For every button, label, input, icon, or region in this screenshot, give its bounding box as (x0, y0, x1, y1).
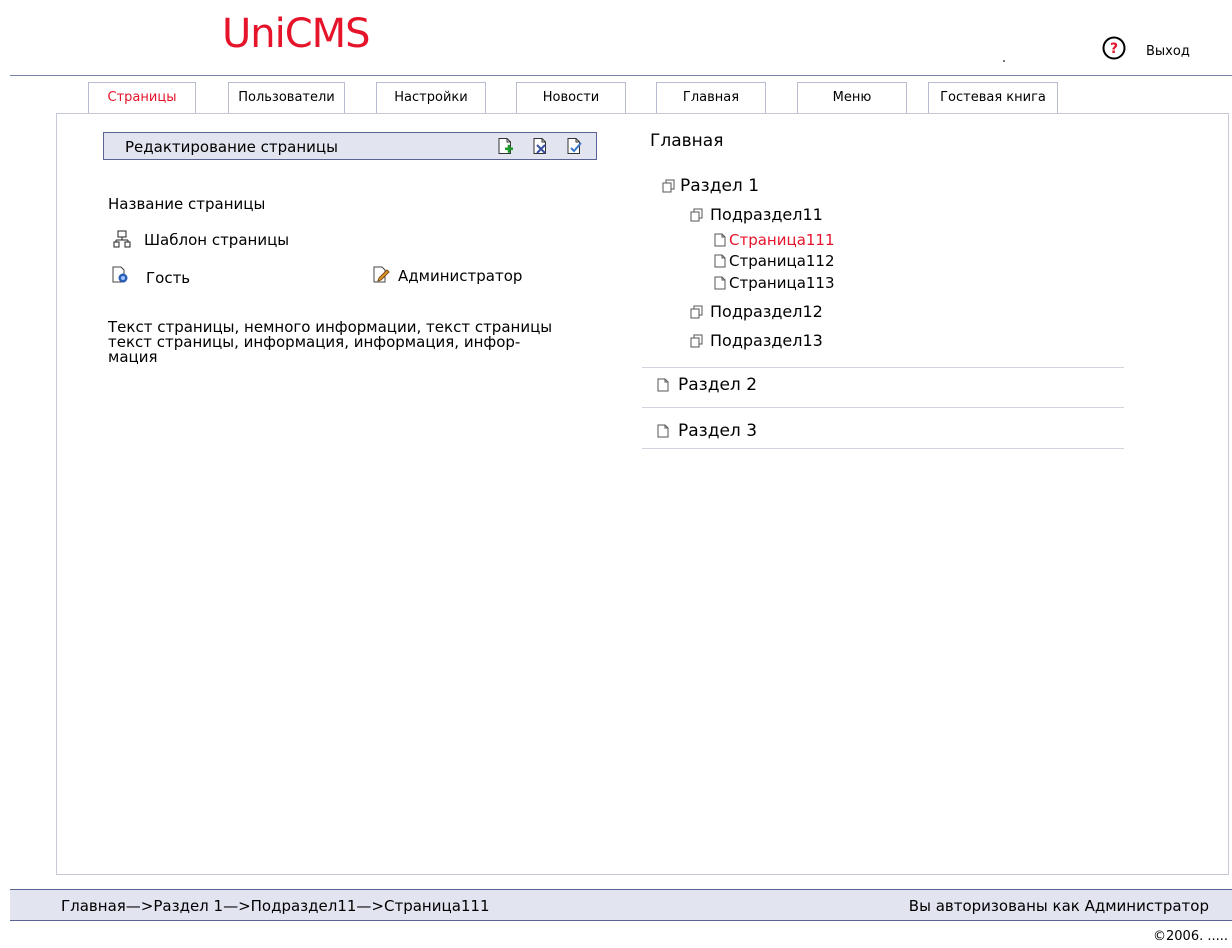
add-page-icon[interactable] (496, 137, 514, 155)
help-icon[interactable]: ? (1102, 36, 1126, 60)
admin-label[interactable]: Администратор (398, 267, 522, 285)
tree-item-page112[interactable]: Страница112 (713, 252, 835, 270)
page-icon (714, 254, 726, 268)
page-icon (657, 378, 669, 392)
tab-settings[interactable]: Настройки (376, 82, 486, 113)
editor-header: Редактирование страницы (103, 132, 597, 160)
tree-divider (642, 448, 1124, 449)
page-icon (657, 424, 669, 438)
tree-item-section2[interactable]: Раздел 2 (656, 375, 757, 395)
header-divider (10, 75, 1232, 76)
tab-home[interactable]: Главная (656, 82, 766, 113)
folder-icon (690, 208, 703, 221)
template-label[interactable]: Шаблон страницы (144, 231, 289, 249)
tree-item-label: Страница113 (729, 274, 835, 292)
logo: UniCMS (222, 11, 371, 57)
tree-item-section3[interactable]: Раздел 3 (656, 421, 757, 441)
breadcrumb[interactable]: Главная—>Раздел 1—>Подраздел11—>Страница… (61, 897, 490, 915)
save-page-icon[interactable] (565, 137, 583, 155)
delete-page-icon[interactable] (531, 137, 549, 155)
tree-root[interactable]: Главная (650, 131, 723, 151)
tab-news[interactable]: Новости (516, 82, 626, 113)
page-body-text: Текст страницы, немного информации, текс… (108, 320, 608, 365)
editor-title: Редактирование страницы (125, 138, 338, 156)
tree-item-section1[interactable]: Раздел 1 (661, 176, 759, 196)
page-icon (714, 276, 726, 290)
tree-divider (642, 367, 1124, 368)
guest-icon (112, 266, 128, 283)
admin-edit-icon (373, 266, 390, 283)
guest-label[interactable]: Гость (146, 269, 190, 287)
tab-pages[interactable]: Страницы (88, 82, 196, 113)
tree-item-page113[interactable]: Страница113 (713, 274, 835, 292)
decorative-dot (1003, 60, 1005, 62)
page-icon (714, 233, 726, 247)
tree-item-page111[interactable]: Страница111 (713, 231, 835, 249)
tree-item-label: Подраздел11 (710, 205, 823, 224)
tree-item-label: Раздел 1 (680, 176, 760, 196)
tree-item-subsection12[interactable]: Подраздел12 (689, 302, 823, 321)
tree-item-label: Подраздел13 (710, 331, 823, 350)
page-name-label: Название страницы (108, 195, 266, 213)
folder-icon (690, 334, 703, 347)
folder-icon (690, 305, 703, 318)
tab-menu[interactable]: Меню (797, 82, 907, 113)
tree-item-label: Страница111 (729, 231, 835, 249)
tab-users[interactable]: Пользователи (228, 82, 345, 113)
folder-icon (662, 179, 675, 193)
tree-divider (642, 407, 1124, 408)
tree-item-label: Раздел 3 (678, 421, 758, 441)
body-text-line: текст страницы, информация, информация, … (108, 333, 521, 351)
tab-guestbook[interactable]: Гостевая книга (928, 82, 1058, 113)
copyright: ©2006. ..... (1153, 929, 1229, 944)
template-icon (113, 230, 131, 248)
svg-text:?: ? (1110, 41, 1118, 57)
body-text-line: мация (108, 348, 158, 366)
tree-item-subsection13[interactable]: Подраздел13 (689, 331, 823, 350)
tree-item-label: Подраздел12 (710, 302, 823, 321)
tree-item-subsection11[interactable]: Подраздел11 (689, 205, 823, 224)
content-panel (56, 113, 1229, 875)
auth-status: Вы авторизованы как Администратор (908, 897, 1209, 915)
exit-link[interactable]: Выход (1146, 44, 1190, 59)
status-bar: Главная—>Раздел 1—>Подраздел11—>Страница… (10, 889, 1232, 921)
tree-item-label: Раздел 2 (678, 375, 758, 395)
tree-item-label: Страница112 (729, 252, 835, 270)
